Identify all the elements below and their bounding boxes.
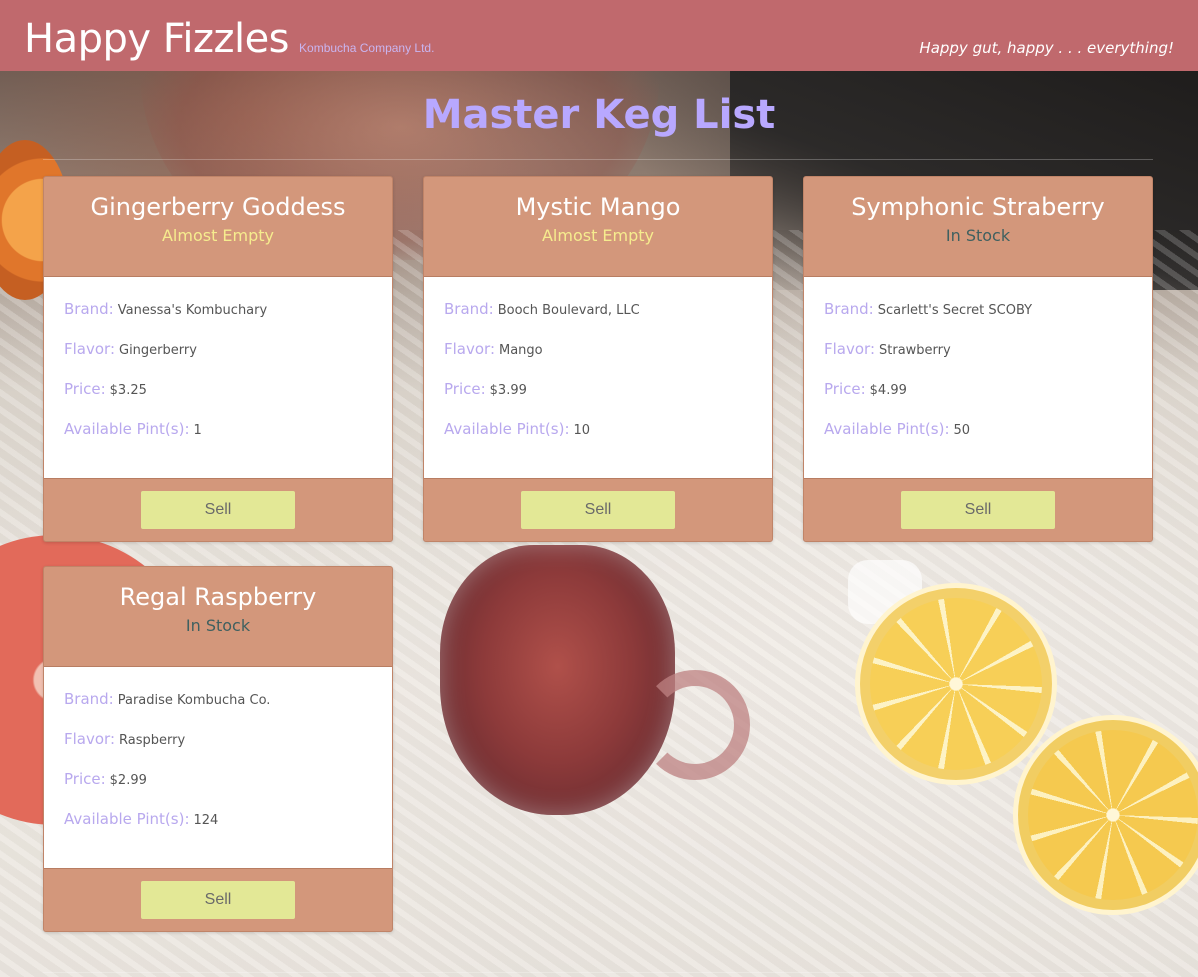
price-label: Price: [64,770,106,788]
keg-name: Regal Raspberry [119,583,317,611]
price-value: $3.99 [489,383,527,398]
flavor-value: Gingerberry [119,343,197,358]
keg-card-body: Brand: Scarlett's Secret SCOBY Flavor: S… [804,277,1152,478]
price-label: Price: [64,380,106,398]
keg-status: In Stock [945,226,1011,245]
keg-pints-row: Available Pint(s): 1 [64,420,372,460]
pints-label: Available Pint(s): [64,420,190,438]
price-label: Price: [824,380,866,398]
divider [43,159,1153,160]
flavor-label: Flavor: [64,340,115,358]
background-mug [440,545,675,815]
sell-button[interactable]: Sell [521,491,675,529]
keg-name: Symphonic Straberry [851,193,1105,221]
flavor-value: Strawberry [879,343,951,358]
price-label: Price: [444,380,486,398]
keg-price-row: Price: $3.25 [64,380,372,420]
keg-card: Gingerberry Goddess Almost Empty Brand: … [43,176,393,542]
brand-value: Scarlett's Secret SCOBY [877,303,1033,318]
flavor-value: Mango [499,343,543,358]
keg-card-body: Brand: Paradise Kombucha Co. Flavor: Ras… [44,667,392,868]
sell-button[interactable]: Sell [141,491,295,529]
sell-button[interactable]: Sell [141,881,295,919]
keg-card-header: Regal Raspberry In Stock [44,567,392,667]
brand-label: Brand: [64,690,114,708]
site-header: Happy Fizzles Kombucha Company Ltd. Happ… [0,0,1198,71]
keg-pints-row: Available Pint(s): 124 [64,810,372,850]
brand-label: Brand: [444,300,494,318]
keg-name: Gingerberry Goddess [90,193,346,221]
background-lemon [860,588,1052,780]
keg-card-body: Brand: Booch Boulevard, LLC Flavor: Mang… [424,277,772,478]
pints-value: 1 [193,423,202,438]
brand-value: Vanessa's Kombuchary [117,303,268,318]
sell-button[interactable]: Sell [901,491,1055,529]
keg-flavor-row: Flavor: Mango [444,340,752,380]
background-mug-handle [640,670,750,780]
divider [43,972,1153,973]
keg-brand-row: Brand: Vanessa's Kombuchary [64,300,372,340]
keg-status: Almost Empty [161,226,275,245]
pints-value: 124 [193,813,219,828]
keg-price-row: Price: $3.99 [444,380,752,420]
keg-card-footer: Sell [424,478,772,541]
page-title: Master Keg List [422,92,776,138]
flavor-value: Raspberry [119,733,186,748]
brand-label: Brand: [824,300,874,318]
keg-name: Mystic Mango [515,193,681,221]
flavor-label: Flavor: [64,730,115,748]
flavor-label: Flavor: [824,340,875,358]
pints-label: Available Pint(s): [64,810,190,828]
brand: Happy Fizzles Kombucha Company Ltd. [24,19,434,59]
keg-brand-row: Brand: Scarlett's Secret SCOBY [824,300,1132,340]
keg-card-header: Mystic Mango Almost Empty [424,177,772,277]
brand-value: Booch Boulevard, LLC [497,303,640,318]
keg-card-body: Brand: Vanessa's Kombuchary Flavor: Ging… [44,277,392,478]
keg-brand-row: Brand: Booch Boulevard, LLC [444,300,752,340]
site-tagline: Happy gut, happy . . . everything! [919,39,1174,57]
keg-price-row: Price: $4.99 [824,380,1132,420]
keg-card-header: Gingerberry Goddess Almost Empty [44,177,392,277]
pints-label: Available Pint(s): [444,420,570,438]
keg-card-footer: Sell [804,478,1152,541]
keg-price-row: Price: $2.99 [64,770,372,810]
keg-brand-row: Brand: Paradise Kombucha Co. [64,690,372,730]
background-lemon [1018,720,1198,910]
keg-card: Symphonic Straberry In Stock Brand: Scar… [803,176,1153,542]
brand-label: Brand: [64,300,114,318]
keg-flavor-row: Flavor: Strawberry [824,340,1132,380]
flavor-label: Flavor: [444,340,495,358]
keg-card-header: Symphonic Straberry In Stock [804,177,1152,277]
keg-pints-row: Available Pint(s): 10 [444,420,752,460]
brand-value: Paradise Kombucha Co. [117,693,271,708]
site-title[interactable]: Happy Fizzles [24,19,290,59]
keg-card: Regal Raspberry In Stock Brand: Paradise… [43,566,393,932]
pints-value: 50 [953,423,971,438]
keg-pints-row: Available Pint(s): 50 [824,420,1132,460]
price-value: $2.99 [109,773,147,788]
keg-status: In Stock [185,616,251,635]
price-value: $4.99 [869,383,907,398]
keg-flavor-row: Flavor: Gingerberry [64,340,372,380]
keg-flavor-row: Flavor: Raspberry [64,730,372,770]
pints-label: Available Pint(s): [824,420,950,438]
keg-card-footer: Sell [44,868,392,931]
keg-card: Mystic Mango Almost Empty Brand: Booch B… [423,176,773,542]
keg-status: Almost Empty [541,226,655,245]
pints-value: 10 [573,423,591,438]
price-value: $3.25 [109,383,147,398]
site-subtitle: Kombucha Company Ltd. [299,41,435,55]
keg-card-footer: Sell [44,478,392,541]
